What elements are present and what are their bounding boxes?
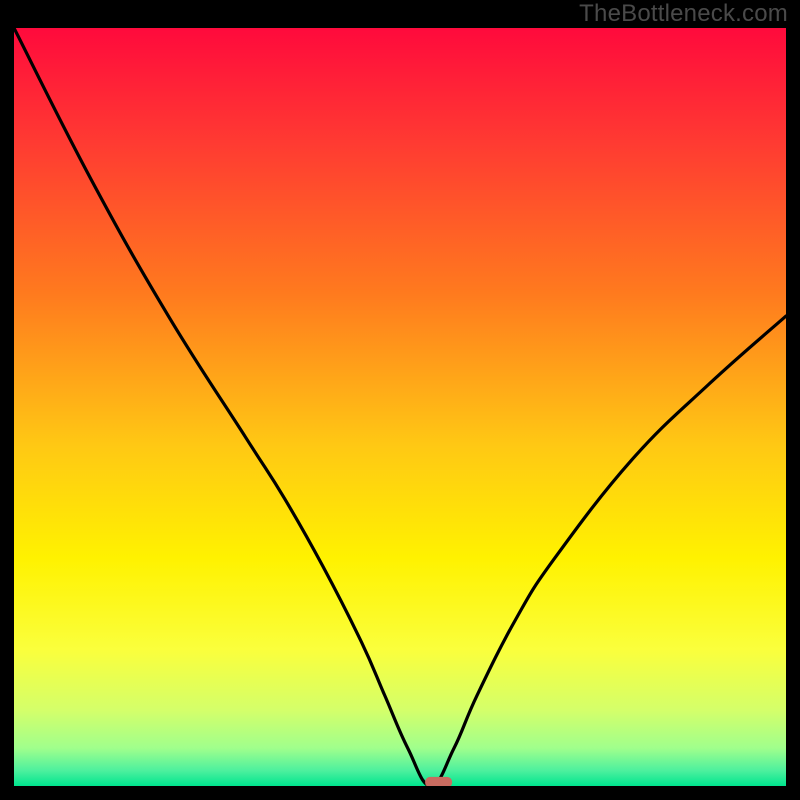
gradient-background	[14, 28, 786, 786]
bottleneck-chart	[14, 28, 786, 786]
chart-svg	[14, 28, 786, 786]
watermark-text: TheBottleneck.com	[579, 0, 788, 28]
optimal-marker	[425, 777, 452, 786]
